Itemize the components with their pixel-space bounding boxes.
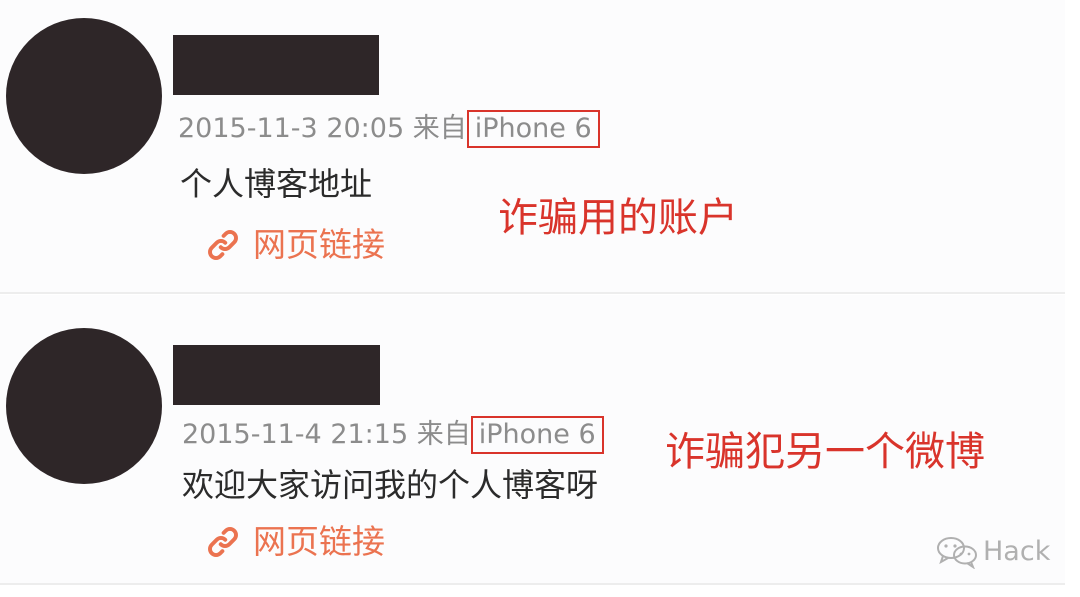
device-source[interactable]: iPhone 6 bbox=[470, 416, 604, 454]
source-prefix: 来自 bbox=[412, 113, 467, 144]
web-link[interactable]: 网页链接 bbox=[205, 225, 385, 265]
username-redacted[interactable] bbox=[173, 35, 379, 95]
post-meta: 2015-11-3 20:05 来自 iPhone 6 bbox=[178, 110, 600, 148]
post-divider bbox=[0, 583, 1065, 585]
post-date[interactable]: 2015-11-3 20:05 bbox=[178, 113, 404, 144]
web-link[interactable]: 网页链接 bbox=[205, 522, 385, 562]
avatar[interactable] bbox=[6, 18, 162, 174]
post-date[interactable]: 2015-11-4 21:15 bbox=[182, 419, 408, 450]
username-redacted[interactable] bbox=[173, 345, 380, 405]
post-meta: 2015-11-4 21:15 来自 iPhone 6 bbox=[182, 416, 604, 454]
web-link-label: 网页链接 bbox=[253, 225, 385, 264]
avatar[interactable] bbox=[6, 328, 162, 484]
watermark: Hack bbox=[935, 535, 1050, 569]
link-chain-icon bbox=[208, 527, 238, 557]
source-prefix: 来自 bbox=[416, 419, 471, 450]
link-chain-icon bbox=[208, 230, 238, 260]
watermark-label: Hack bbox=[983, 536, 1051, 567]
device-source[interactable]: iPhone 6 bbox=[466, 110, 600, 148]
annotation-label: 诈骗犯另一个微博 bbox=[665, 429, 985, 475]
wechat-icon bbox=[937, 537, 977, 569]
post-text: 个人博客地址 bbox=[180, 165, 373, 203]
post-divider bbox=[0, 292, 1065, 294]
post-text: 欢迎大家访问我的个人博客呀 bbox=[182, 466, 599, 504]
annotation-label: 诈骗用的账户 bbox=[498, 195, 738, 241]
web-link-label: 网页链接 bbox=[253, 522, 385, 561]
